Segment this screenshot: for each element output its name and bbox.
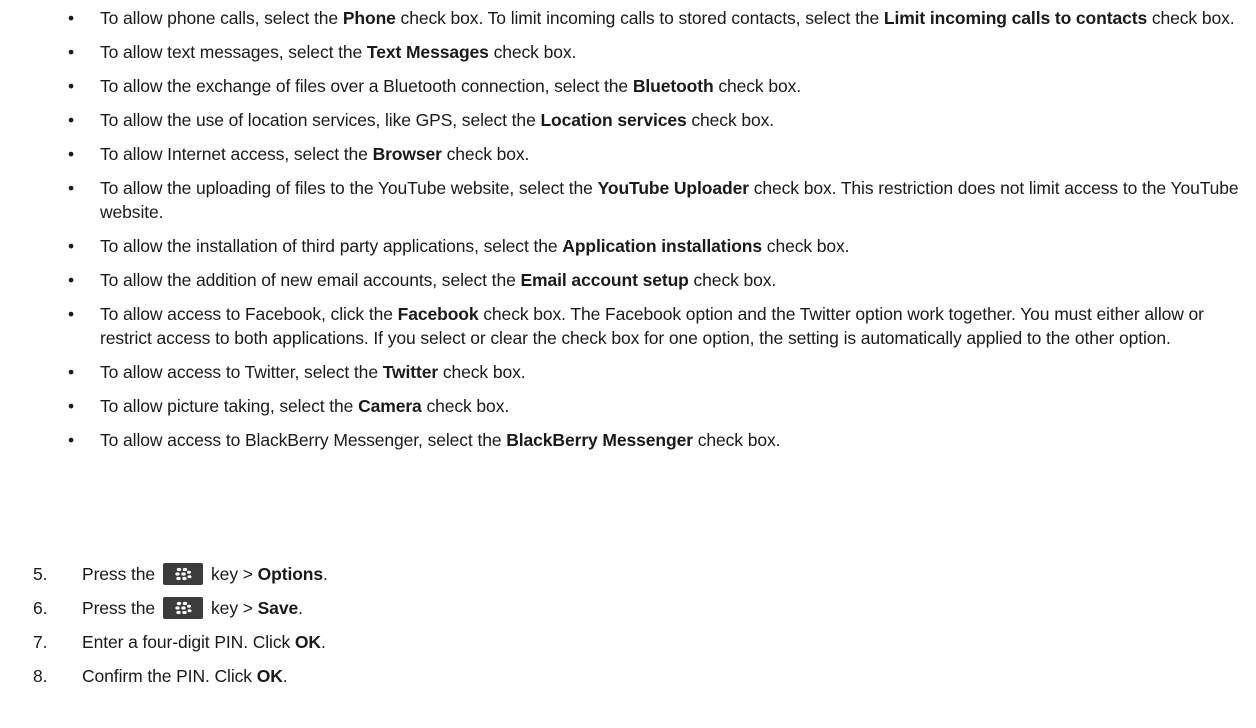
bullet-glyph: • <box>68 76 75 96</box>
bullet-glyph: • <box>68 8 75 28</box>
step-text: . <box>298 598 303 618</box>
bullet-item-location: • To allow the use of location services, … <box>66 108 1246 132</box>
blackberry-menu-key-icon <box>163 596 204 619</box>
bullet-glyph: • <box>68 362 75 382</box>
bold-term: BlackBerry Messenger <box>506 430 693 450</box>
step-text: key > <box>211 564 258 584</box>
bullet-text: check box. To limit incoming calls to st… <box>395 8 884 28</box>
bullet-text: check box. <box>686 110 775 130</box>
bullet-text: check box. <box>688 270 777 290</box>
bold-term: Application installations <box>562 236 763 256</box>
document-page: • To allow phone calls, select the Phone … <box>0 0 1256 728</box>
bullet-text: check box. <box>421 396 510 416</box>
bold-term: Phone <box>342 8 396 28</box>
bullet-text: To allow the use of location services, l… <box>100 110 541 130</box>
bullet-glyph: • <box>68 430 75 450</box>
step-number: 5. <box>33 564 48 584</box>
bold-term: YouTube Uploader <box>597 178 749 198</box>
bullet-item-bbm: • To allow access to BlackBerry Messenger… <box>66 428 1246 452</box>
bold-term: Options <box>257 564 324 584</box>
bold-term: OK <box>294 632 321 652</box>
bullet-text: To allow phone calls, select the <box>100 8 343 28</box>
bullet-item-browser: • To allow Internet access, select the Br… <box>66 142 1246 166</box>
bullet-text: To allow access to BlackBerry Messenger,… <box>100 430 507 450</box>
bold-term: Text Messages <box>366 42 489 62</box>
bold-term: Twitter <box>382 362 439 382</box>
numbered-steps: 5. Press the key > Options. 6. Press the key… <box>33 562 1213 698</box>
bullet-glyph: • <box>68 304 75 324</box>
step-text: Confirm the PIN. Click <box>82 666 257 686</box>
bullet-text: To allow the exchange of files over a Bl… <box>100 76 633 96</box>
bullet-item-email-setup: • To allow the addition of new email acco… <box>66 268 1246 292</box>
bullet-glyph: • <box>68 396 75 416</box>
bullet-glyph: • <box>68 144 75 164</box>
bullet-text: To allow the uploading of files to the Y… <box>100 178 598 198</box>
step-text: Enter a four-digit PIN. Click <box>82 632 295 652</box>
step-text: Press the <box>82 598 156 618</box>
bold-term: Location services <box>540 110 687 130</box>
step-text: Press the <box>82 564 156 584</box>
step-8: 8. Confirm the PIN. Click OK. <box>33 664 1213 688</box>
bold-term: Browser <box>372 144 442 164</box>
bold-term: Facebook <box>397 304 479 324</box>
bullet-text: check box. <box>692 430 781 450</box>
step-number: 6. <box>33 598 48 618</box>
bullet-item-camera: • To allow picture taking, select the Cam… <box>66 394 1246 418</box>
bullet-item-text-messages: • To allow text messages, select the Text… <box>66 40 1246 64</box>
bullet-item-phone: • To allow phone calls, select the Phone … <box>66 6 1246 30</box>
bullet-text: To allow the addition of new email accou… <box>100 270 521 290</box>
bullet-text: To allow the installation of third party… <box>100 236 563 256</box>
blackberry-menu-key-icon <box>163 562 204 585</box>
step-7: 7. Enter a four-digit PIN. Click OK. <box>33 630 1213 654</box>
bold-term: Email account setup <box>520 270 689 290</box>
bullet-text: check box. <box>438 362 526 382</box>
bullet-text: check box. <box>441 144 530 164</box>
step-6: 6. Press the key > Save. <box>33 596 1213 620</box>
bullet-text: To allow Internet access, select the <box>100 144 373 164</box>
bullet-text: To allow access to Twitter, select the <box>100 362 383 382</box>
bullet-glyph: • <box>68 178 75 198</box>
bullet-text: check box. <box>488 42 577 62</box>
bullet-item-bluetooth: • To allow the exchange of files over a B… <box>66 74 1246 98</box>
bold-term: Camera <box>358 396 422 416</box>
bullet-text: check box. <box>713 76 801 96</box>
bullet-glyph: • <box>68 270 75 290</box>
bullet-text: check box. <box>762 236 850 256</box>
step-text: . <box>320 632 326 652</box>
bold-term: Limit incoming calls to contacts <box>883 8 1148 28</box>
bullet-item-youtube: • To allow the uploading of files to the … <box>66 176 1246 224</box>
step-text: . <box>323 564 328 584</box>
bullet-text: To allow picture taking, select the <box>100 396 359 416</box>
bullet-text: check box. <box>1147 8 1235 28</box>
bullet-text: To allow text messages, select the <box>100 42 367 62</box>
restriction-bullet-list: • To allow phone calls, select the Phone … <box>66 6 1246 462</box>
step-text: key > <box>211 598 258 618</box>
bullet-glyph: • <box>68 236 75 256</box>
bullet-item-facebook: • To allow access to Facebook, click the … <box>66 302 1246 350</box>
step-5: 5. Press the key > Options. <box>33 562 1213 586</box>
step-number: 7. <box>33 632 48 652</box>
bullet-glyph: • <box>68 110 75 130</box>
bullet-item-app-installations: • To allow the installation of third part… <box>66 234 1246 258</box>
step-text: . <box>282 666 288 686</box>
bullet-glyph: • <box>68 42 75 62</box>
bold-term: Bluetooth <box>632 76 714 96</box>
bullet-text: To allow access to Facebook, click the <box>100 304 398 324</box>
bold-term: OK <box>256 666 283 686</box>
bullet-item-twitter: • To allow access to Twitter, select the … <box>66 360 1246 384</box>
step-number: 8. <box>33 666 48 686</box>
bold-term: Save <box>257 598 299 618</box>
